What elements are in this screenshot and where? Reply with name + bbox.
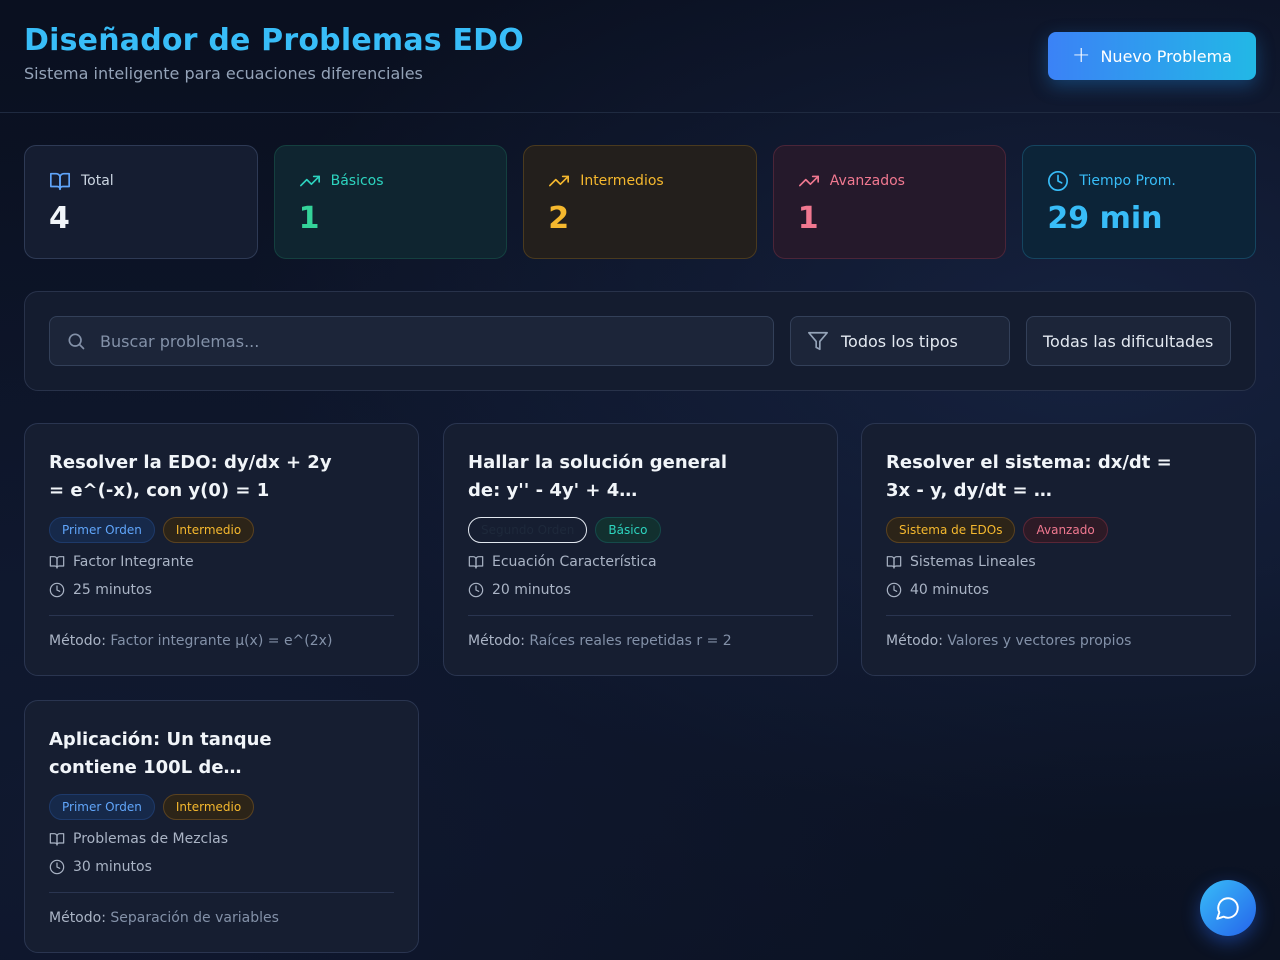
divider — [468, 615, 813, 616]
stat-card-advanced: Avanzados 1 — [772, 145, 1007, 259]
problem-topic: Sistemas Lineales — [910, 554, 1036, 570]
search-icon — [68, 333, 85, 350]
stat-card-avg-time: Tiempo Prom. 29 min — [1022, 145, 1256, 259]
difficulty-filter-value: Todas las dificultades — [1043, 331, 1214, 351]
method-value: Raíces reales repetidas r = 2 — [529, 633, 732, 649]
trending-up-icon — [299, 175, 320, 187]
new-problem-label: Nuevo Problema — [1100, 46, 1232, 66]
clock-icon — [49, 859, 65, 875]
problem-time: 25 minutos — [73, 582, 152, 598]
stat-value: 4 — [49, 201, 70, 236]
book-open-icon — [49, 556, 65, 569]
problem-method: Método: Valores y vectores propios — [886, 633, 1231, 649]
stat-label: Tiempo Prom. — [1079, 173, 1176, 189]
problem-method: Método: Factor integrante μ(x) = e^(2x) — [49, 633, 394, 649]
clock-icon — [468, 582, 484, 598]
divider — [49, 892, 394, 893]
problem-title: Resolver el sistema: dx/dt = 3x - y, dy/… — [886, 452, 1172, 501]
stat-label: Básicos — [330, 173, 384, 189]
problem-topic: Factor Integrante — [73, 554, 194, 570]
problem-card[interactable]: Hallar la solución general de: y'' - 4y'… — [443, 423, 838, 676]
type-badge: Primer Orden — [49, 517, 155, 543]
problem-title: Aplicación: Un tanque contiene 100L de… — [49, 729, 272, 778]
problem-time: 30 minutos — [73, 859, 152, 875]
stats-row: Total 4 Básicos 1 Intermedios 2 Avanzado… — [24, 145, 1256, 259]
stat-value: 1 — [298, 201, 320, 236]
book-open-icon — [886, 556, 902, 569]
type-badge: Segundo Orden — [468, 517, 588, 543]
method-label: Método: — [886, 633, 943, 649]
clock-icon — [49, 582, 65, 598]
stat-label: Avanzados — [829, 173, 905, 189]
problem-card[interactable]: Aplicación: Un tanque contiene 100L de… … — [24, 700, 419, 953]
plus-icon: + — [1072, 43, 1091, 68]
stat-card-intermediate: Intermedios 2 — [523, 145, 757, 259]
method-value: Factor integrante μ(x) = e^(2x) — [110, 633, 333, 649]
type-filter-select[interactable]: Todos los tipos — [790, 316, 1010, 366]
method-label: Método: — [468, 633, 525, 649]
difficulty-badge: Intermedio — [162, 517, 255, 543]
problem-topic: Ecuación Característica — [492, 554, 657, 570]
chat-button[interactable] — [1200, 880, 1256, 936]
difficulty-badge: Avanzado — [1023, 517, 1108, 543]
stat-value: 29 min — [1047, 201, 1163, 236]
type-badge: Sistema de EDOs — [886, 517, 1016, 543]
new-problem-button[interactable]: + Nuevo Problema — [1048, 32, 1256, 80]
method-label: Método: — [49, 633, 106, 649]
difficulty-badge: Intermedio — [162, 794, 255, 820]
stat-card-basic: Básicos 1 — [273, 145, 508, 259]
problem-card[interactable]: Resolver la EDO: dy/dx + 2y = e^(-x), co… — [24, 423, 419, 676]
clock-icon — [886, 582, 902, 598]
problem-card[interactable]: Resolver el sistema: dx/dt = 3x - y, dy/… — [861, 423, 1256, 676]
method-value: Separación de variables — [110, 910, 279, 926]
book-open-icon — [468, 556, 484, 569]
problem-method: Método: Separación de variables — [49, 910, 394, 926]
stat-label: Intermedios — [580, 173, 664, 189]
divider — [49, 615, 394, 616]
search-box[interactable] — [49, 316, 774, 366]
divider — [886, 615, 1231, 616]
book-open-icon — [50, 172, 70, 191]
method-value: Valores y vectores propios — [947, 633, 1132, 649]
trending-up-icon — [549, 175, 570, 187]
stat-value: 2 — [548, 201, 570, 236]
type-badge: Primer Orden — [49, 794, 155, 820]
filter-bar: Todos los tipos Todas las dificultades — [24, 291, 1256, 391]
trending-up-icon — [798, 175, 819, 187]
problem-topic: Problemas de Mezclas — [73, 831, 229, 847]
problem-time: 40 minutos — [910, 582, 989, 598]
message-circle-icon — [1216, 897, 1239, 920]
difficulty-badge: Básico — [595, 517, 661, 543]
problem-time: 20 minutos — [492, 582, 571, 598]
search-input[interactable] — [100, 331, 740, 351]
app-header: Diseñador de Problemas EDO Sistema intel… — [0, 0, 1280, 113]
clock-icon — [1048, 171, 1069, 191]
stat-card-total: Total 4 — [24, 145, 258, 259]
type-filter-value: Todos los tipos — [841, 331, 958, 351]
problem-title: Resolver la EDO: dy/dx + 2y = e^(-x), co… — [49, 452, 332, 501]
filter-icon — [808, 331, 828, 351]
book-open-icon — [49, 833, 65, 846]
method-label: Método: — [49, 910, 106, 926]
problem-method: Método: Raíces reales repetidas r = 2 — [468, 633, 813, 649]
stat-label: Total — [81, 173, 114, 189]
problem-title: Hallar la solución general de: y'' - 4y'… — [468, 452, 728, 501]
stat-value: 1 — [797, 201, 819, 236]
difficulty-filter-select[interactable]: Todas las dificultades — [1026, 316, 1231, 366]
